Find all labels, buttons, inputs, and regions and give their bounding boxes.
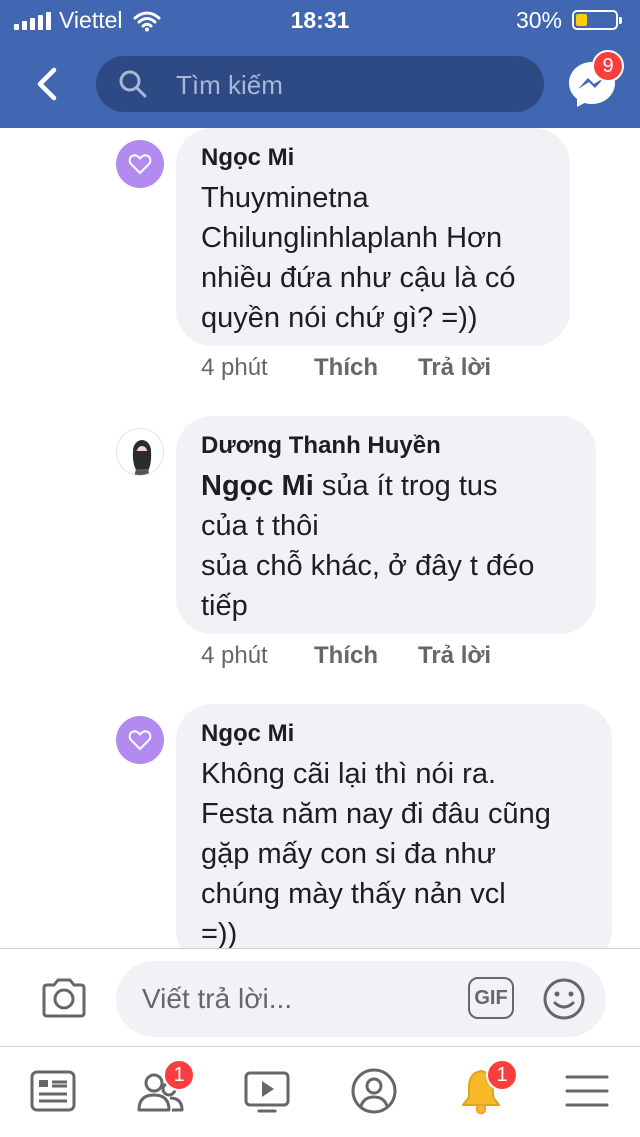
- comment-text: Không cãi lại thì nói ra. Festa năm nay …: [201, 758, 551, 948]
- tab-menu[interactable]: [534, 1047, 640, 1137]
- comment-list: Ngọc Mi Thuyminetna Chilunglinhlaplanh H…: [0, 128, 640, 948]
- search-icon: [119, 70, 147, 98]
- comment-author[interactable]: Dương Thanh Huyền: [201, 432, 572, 460]
- profile-photo: [132, 440, 152, 475]
- tab-watch[interactable]: [214, 1047, 320, 1137]
- news-feed-icon: [30, 1070, 76, 1112]
- comment-author[interactable]: Ngọc Mi: [201, 720, 588, 748]
- search-placeholder: Tìm kiếm: [176, 70, 283, 100]
- menu-icon: [565, 1075, 609, 1107]
- video-icon: [244, 1071, 290, 1113]
- tab-profile[interactable]: [321, 1047, 427, 1137]
- tab-notifications[interactable]: 1: [428, 1047, 534, 1137]
- status-bar: Viettel 18:31 30%: [0, 0, 640, 40]
- battery-icon: [572, 10, 622, 30]
- comment-bubble: Ngọc Mi Không cãi lại thì nói ra. Festa …: [176, 704, 612, 948]
- tab-news-feed[interactable]: [0, 1047, 106, 1137]
- messenger-button[interactable]: 9: [566, 50, 624, 110]
- friends-badge: 1: [163, 1059, 195, 1091]
- avatar[interactable]: [116, 428, 164, 476]
- profile-icon: [351, 1068, 397, 1114]
- heart-icon: [128, 730, 152, 751]
- comment-time[interactable]: 4 phút: [201, 642, 268, 670]
- battery-percent: 30%: [515, 7, 562, 33]
- like-button[interactable]: Thích: [314, 642, 378, 670]
- reply-button[interactable]: Trả lời: [418, 642, 491, 670]
- comment-bubble: Dương Thanh Huyền Ngọc Mi sủa ít trog tu…: [176, 416, 596, 634]
- chevron-left-icon: [37, 67, 57, 101]
- tab-friends[interactable]: 1: [107, 1047, 213, 1137]
- heart-icon: [128, 154, 152, 175]
- emoji-icon: [543, 978, 585, 1020]
- comment-text: Thuyminetna Chilunglinhlaplanh Hơn nhiều…: [201, 182, 516, 334]
- reply-placeholder: Viết trả lời...: [142, 983, 293, 1014]
- notifications-badge: 1: [486, 1059, 518, 1091]
- mention-link[interactable]: Ngọc Mi: [201, 470, 314, 502]
- top-nav-bar: Tìm kiếm 9: [0, 40, 640, 128]
- bottom-tab-bar: 1 1: [0, 1046, 640, 1137]
- like-button[interactable]: Thích: [314, 354, 378, 382]
- messenger-badge: 9: [592, 50, 624, 82]
- reply-composer: Viết trả lời... GIF: [0, 948, 640, 1047]
- search-field[interactable]: Tìm kiếm: [96, 56, 544, 112]
- emoji-button[interactable]: [542, 977, 586, 1026]
- reply-input[interactable]: Viết trả lời... GIF: [116, 961, 606, 1037]
- back-button[interactable]: [26, 62, 70, 106]
- gif-button[interactable]: GIF: [468, 977, 514, 1019]
- comment-time[interactable]: 4 phút: [201, 354, 268, 382]
- avatar[interactable]: [116, 140, 164, 188]
- comment-bubble: Ngọc Mi Thuyminetna Chilunglinhlaplanh H…: [176, 128, 570, 346]
- avatar[interactable]: [116, 716, 164, 764]
- reply-button[interactable]: Trả lời: [418, 354, 491, 382]
- camera-icon: [42, 978, 86, 1018]
- comment-author[interactable]: Ngọc Mi: [201, 144, 546, 172]
- camera-button[interactable]: [40, 977, 88, 1024]
